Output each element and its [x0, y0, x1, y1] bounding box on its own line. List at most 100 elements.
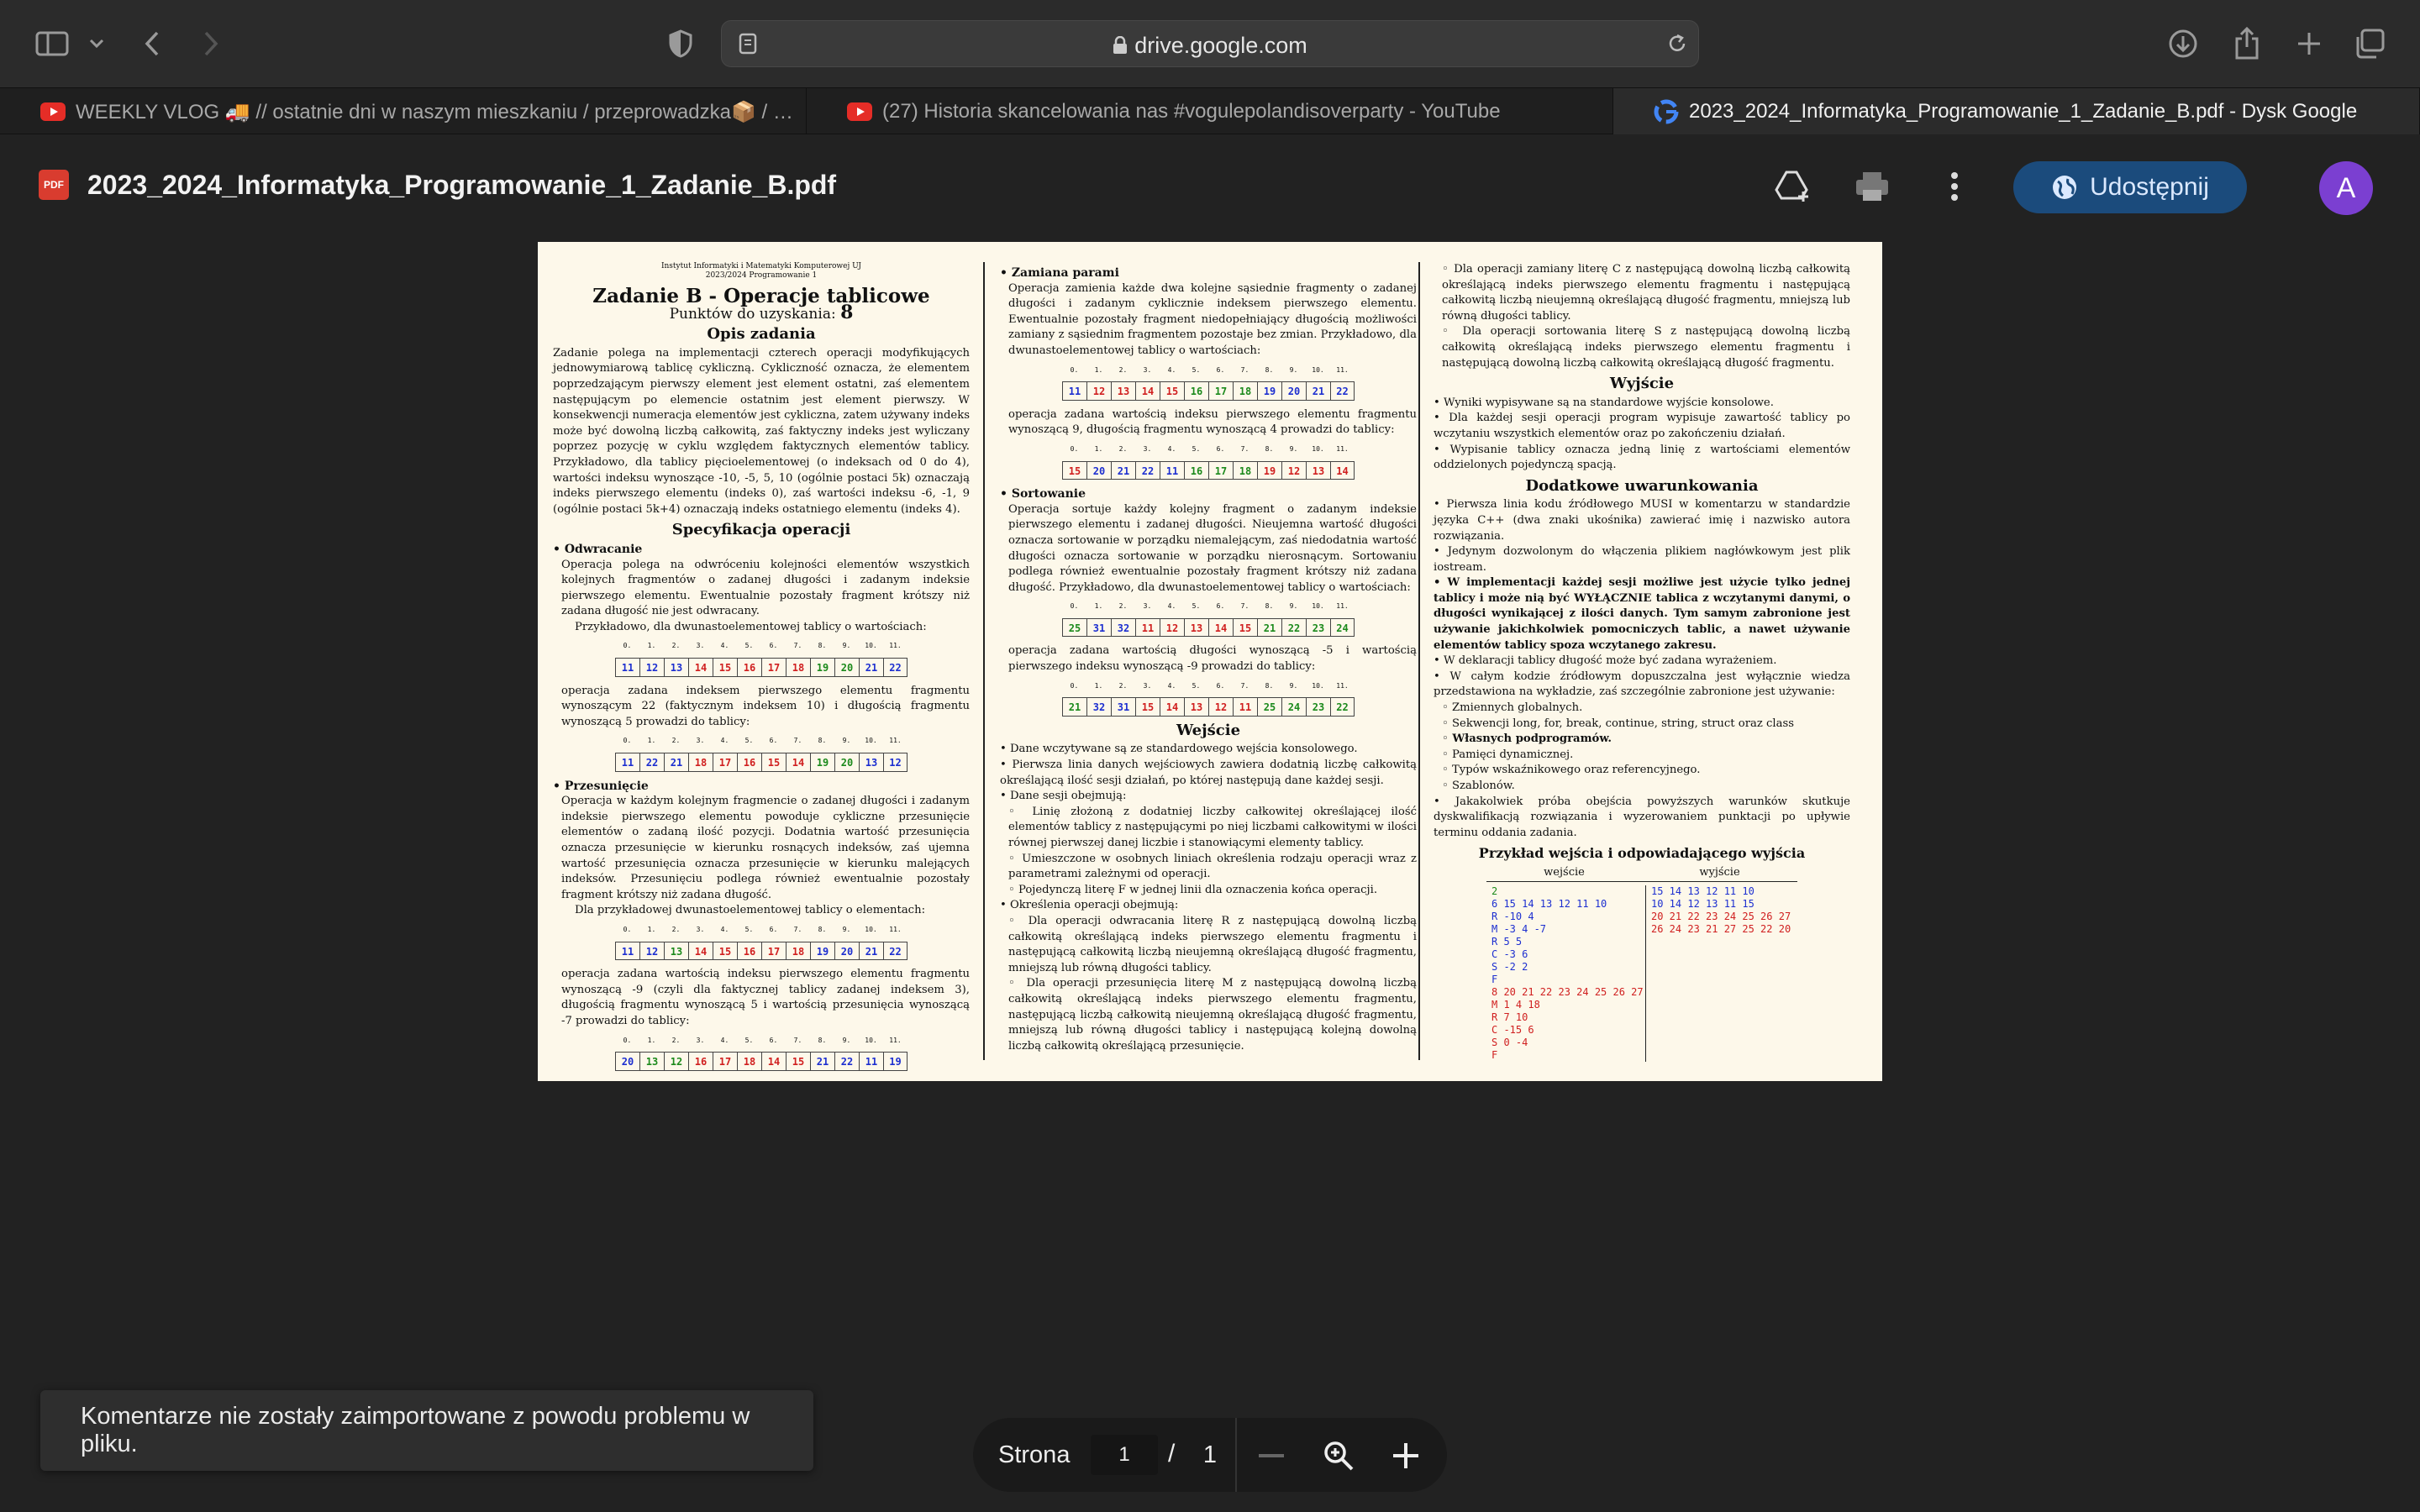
forward-icon[interactable]: [198, 24, 224, 64]
array-index: 11.: [1336, 681, 1349, 690]
tab-overview-icon[interactable]: [2353, 24, 2386, 64]
array-indices: 0. 1. 2. 3. 4. 5. 6. 7. 8. 9. 10. 11.: [553, 1033, 970, 1049]
array-cell: 23: [1306, 697, 1330, 717]
subsection-heading: • Sortowanie: [1000, 487, 1086, 501]
array-cell: 14: [1208, 617, 1233, 638]
array-index: 1.: [647, 642, 656, 650]
array-cell: 13: [859, 753, 883, 772]
array-cell: 22: [639, 753, 664, 772]
array-indices: 0. 1. 2. 3. 4. 5. 6. 7. 8. 9. 10. 11.: [553, 733, 970, 749]
zoom-out-button[interactable]: [1250, 1435, 1292, 1477]
array-cell: 12: [1086, 381, 1111, 401]
list-item: • Pierwsza linia danych wejściowych zawi…: [1000, 759, 1417, 787]
tab-youtube-vlog[interactable]: WEEKLY VLOG 🚚 // ostatnie dni w naszym m…: [0, 88, 807, 135]
array-index: 0.: [1070, 444, 1079, 453]
privacy-shield-icon[interactable]: [666, 24, 696, 64]
array-index: 9.: [842, 642, 851, 650]
page-separator: /: [1168, 1440, 1176, 1467]
array-index: 2.: [1118, 365, 1128, 374]
array-index: 11.: [1336, 444, 1349, 453]
array-index: 4.: [1167, 681, 1176, 690]
array-index: 6.: [1216, 444, 1225, 453]
array-index: 6.: [769, 737, 778, 745]
tab-google-drive[interactable]: 2023_2024_Informatyka_Programowanie_1_Za…: [1613, 88, 2420, 135]
io-input-line: 8 20 21 22 23 24 25 26 27: [1491, 985, 1644, 998]
tab-youtube-historia[interactable]: (27) Historia skancelowania nas #vogulep…: [807, 88, 1613, 135]
list-item: ◦ Własnych podprogramów.: [1442, 732, 1612, 746]
array-cell: 15: [1135, 697, 1160, 717]
array-index: 9.: [1289, 602, 1298, 611]
back-icon[interactable]: [139, 24, 165, 64]
array-index: 3.: [1143, 681, 1152, 690]
array-index: 5.: [744, 737, 754, 745]
array-cell: 15: [713, 941, 737, 961]
array-cell: 17: [1208, 381, 1233, 401]
array-index: 1.: [647, 925, 656, 933]
sidebar-icon[interactable]: [34, 24, 71, 64]
browser-toolbar: drive.google.com: [0, 0, 2420, 87]
subsection-heading: • Przesunięcie: [553, 779, 649, 793]
reload-icon[interactable]: [1665, 31, 1690, 56]
array-values: 11 12 13 14 15 16 17 18 19 20 21 22: [553, 941, 970, 961]
list-item: • W implementacji każdej sesji możliwe j…: [1434, 576, 1850, 652]
array-index: 8.: [1265, 681, 1274, 690]
array-index: 7.: [1240, 602, 1249, 611]
chevron-down-icon[interactable]: [84, 24, 109, 64]
new-tab-icon[interactable]: [2292, 24, 2326, 64]
share-icon[interactable]: [2230, 24, 2264, 64]
array-cell: 12: [1281, 460, 1306, 480]
downloads-icon[interactable]: [2166, 24, 2200, 64]
list-item: • Pierwsza linia kodu źródłowego MUSI w …: [1434, 498, 1850, 543]
array-cell: 24: [1330, 617, 1355, 638]
address-bar[interactable]: drive.google.com: [721, 20, 1699, 67]
array-cell: 13: [1184, 697, 1208, 717]
more-options-icon[interactable]: [1934, 166, 1975, 207]
array-cell: 19: [1257, 381, 1281, 401]
array-cell: 20: [1281, 381, 1306, 401]
array-cell: 14: [688, 941, 713, 961]
array-cell: 21: [859, 658, 883, 677]
share-button[interactable]: Udostępnij: [2013, 161, 2247, 213]
array-index: 10.: [1312, 365, 1324, 374]
list-item: ◦ Dla operacji odwracania literę R z nas…: [1008, 914, 1417, 974]
page-number-input[interactable]: 1: [1091, 1435, 1158, 1475]
array-values: 20 13 12 16 17 18 14 15 21 22 11 19: [553, 1052, 970, 1071]
array-values: 15 20 21 22 11 16 17 18 19 12 13 14: [1000, 460, 1417, 480]
zoom-in-button[interactable]: [1385, 1435, 1427, 1477]
array-index: 4.: [720, 737, 729, 745]
page-controls: Strona 1 / 1: [973, 1418, 1447, 1492]
array-table: 0. 1. 2. 3. 4. 5. 6. 7. 8. 9. 10. 11. 11 12 13 14 15 16 17…: [1000, 363, 1417, 401]
io-output-line: 10 14 12 13 11 15: [1651, 897, 1754, 910]
list-item: ◦ Pojedynczą literę F w jednej linii dla…: [1008, 883, 1378, 896]
io-input-line: S 0 -4: [1491, 1036, 1528, 1048]
array-index: 7.: [793, 1036, 802, 1044]
avatar[interactable]: A: [2319, 161, 2373, 215]
array-cell: 18: [786, 658, 810, 677]
io-input-line: C -3 6: [1491, 948, 1528, 960]
array-index: 10.: [865, 737, 877, 745]
youtube-icon: [40, 102, 66, 121]
array-cell: 11: [615, 658, 639, 677]
zoom-fit-button[interactable]: [1318, 1435, 1360, 1477]
array-index: 2.: [671, 737, 681, 745]
io-input-line: R 7 10: [1491, 1011, 1528, 1023]
array-index: 9.: [1289, 681, 1298, 690]
array-index: 4.: [720, 925, 729, 933]
array-index: 7.: [1240, 681, 1249, 690]
column-divider: [1418, 262, 1420, 1060]
array-cell: 31: [1086, 617, 1111, 638]
io-input-line: R -10 4: [1491, 910, 1534, 922]
array-index: 1.: [1094, 444, 1103, 453]
array-cell: 22: [1281, 617, 1306, 638]
array-index: 11.: [1336, 365, 1349, 374]
list-item: ◦ Dla operacji zamiany literę C z następ…: [1442, 263, 1850, 323]
array-cell: 16: [688, 1052, 713, 1071]
list-item: • W całym kodzie źródłowym dopuszczalna …: [1434, 669, 1850, 699]
array-index: 4.: [1167, 602, 1176, 611]
array-index: 5.: [1192, 602, 1201, 611]
array-cell: 24: [1281, 697, 1306, 717]
plus-icon: [1393, 1443, 1418, 1468]
paragraph: operacja zadana wartością długości wynos…: [1008, 644, 1417, 674]
print-icon[interactable]: [1852, 166, 1892, 207]
add-shortcut-to-drive-icon[interactable]: [1773, 166, 1813, 207]
